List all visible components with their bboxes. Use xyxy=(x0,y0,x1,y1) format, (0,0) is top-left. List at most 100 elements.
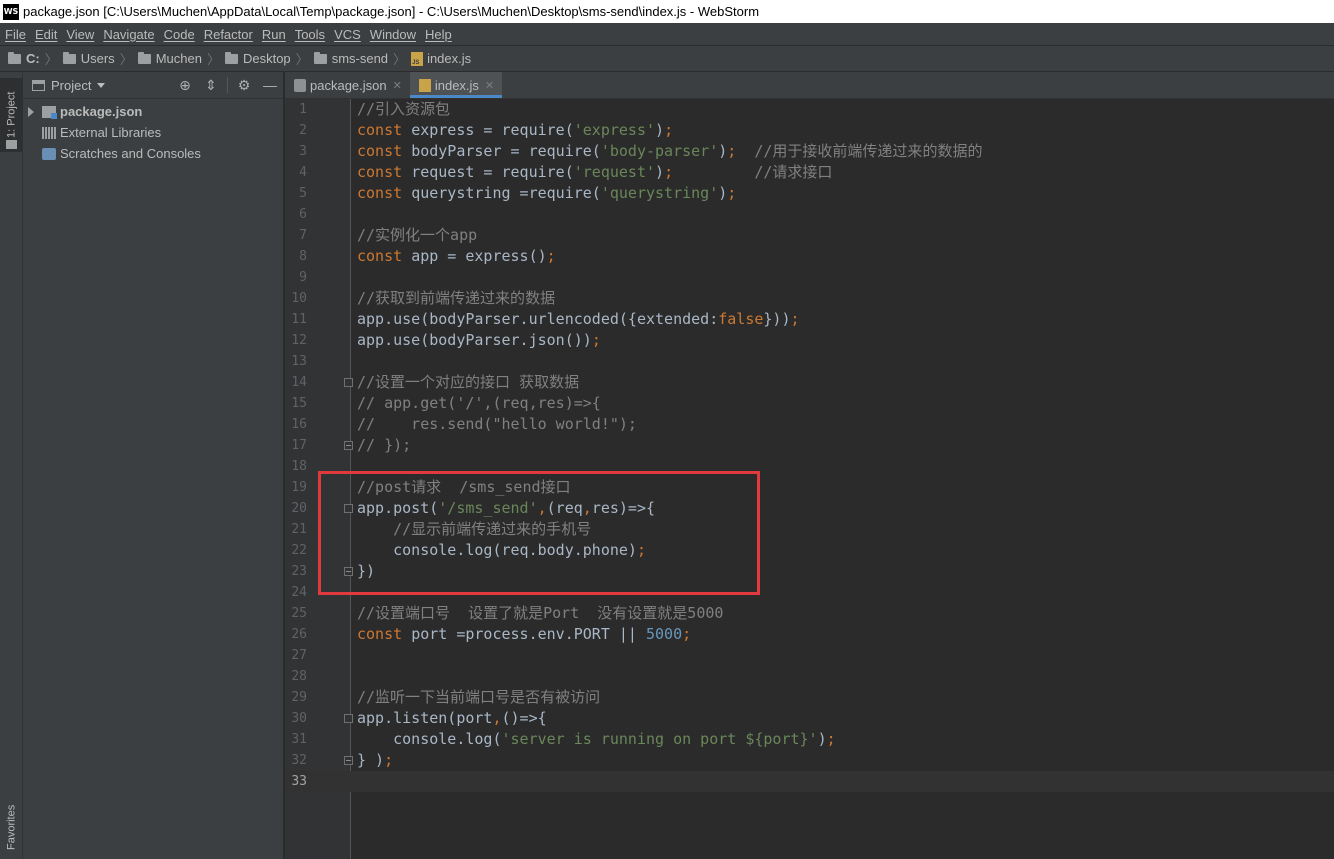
code-token: console.log(req.body.phone) xyxy=(357,541,637,559)
code-line[interactable]: 18 xyxy=(285,456,1334,477)
code-line[interactable]: 22 console.log(req.body.phone); xyxy=(285,540,1334,561)
editor-tab[interactable]: index.js ✕ xyxy=(409,72,503,98)
code-line[interactable]: 6 xyxy=(285,204,1334,225)
line-number: 25 xyxy=(291,606,307,621)
code-line[interactable]: 28 xyxy=(285,666,1334,687)
code-line[interactable]: 24 xyxy=(285,582,1334,603)
project-view-selector[interactable]: Project xyxy=(51,78,91,93)
code-line[interactable]: 9 xyxy=(285,267,1334,288)
locate-target-icon[interactable]: ⊕ xyxy=(177,77,193,93)
code-line[interactable]: 13 xyxy=(285,351,1334,372)
tree-item-label: package.json xyxy=(60,104,143,119)
code-token: ) xyxy=(718,142,728,160)
collapse-all-icon[interactable]: ⇕ xyxy=(203,77,219,93)
line-number: 24 xyxy=(291,585,307,600)
fold-marker-icon[interactable] xyxy=(344,504,353,513)
code-token: ) xyxy=(817,730,827,748)
code-line[interactable]: 3 const bodyParser = require('body-parser… xyxy=(285,141,1334,162)
code-token: ; xyxy=(546,247,556,265)
code-line[interactable]: 8 const app = express(); xyxy=(285,246,1334,267)
code-line[interactable]: 17 // }); xyxy=(285,435,1334,456)
line-number: 28 xyxy=(291,669,307,684)
json-file-icon xyxy=(294,78,306,92)
breadcrumb-item[interactable]: Desktop xyxy=(224,51,291,66)
folder-icon xyxy=(62,51,76,64)
menu-edit[interactable]: Edit xyxy=(30,27,61,42)
code-token: 'request' xyxy=(573,163,656,181)
fold-marker-icon[interactable] xyxy=(344,378,353,387)
code-line[interactable]: 2 const express = require('express'); xyxy=(285,120,1334,141)
hide-panel-icon[interactable]: — xyxy=(262,77,278,93)
fold-marker-icon[interactable] xyxy=(344,714,353,723)
code-line[interactable]: 29 //监听一下当前端口号是否有被访问 xyxy=(285,687,1334,708)
code-line[interactable]: 21 //显示前端传递过来的手机号 xyxy=(285,519,1334,540)
menu-window[interactable]: Window xyxy=(365,27,420,42)
scratches-icon xyxy=(42,147,56,160)
code-token: }) xyxy=(357,562,376,580)
line-number: 10 xyxy=(291,291,307,306)
code-line[interactable]: 15 // app.get('/',(req,res)=>{ xyxy=(285,393,1334,414)
code-line[interactable]: 7 //实例化一个app xyxy=(285,225,1334,246)
menu-file[interactable]: File xyxy=(0,27,30,42)
menu-code[interactable]: Code xyxy=(159,27,199,42)
close-icon[interactable]: ✕ xyxy=(485,79,494,92)
tree-item[interactable]: Scratches and Consoles xyxy=(23,143,283,164)
code-line[interactable]: 5 const querystring =require('querystring… xyxy=(285,183,1334,204)
code-line[interactable]: 12 app.use(bodyParser.json()); xyxy=(285,330,1334,351)
code-line[interactable]: 30 app.listen(port,()=>{ xyxy=(285,708,1334,729)
fold-marker-icon[interactable] xyxy=(344,756,353,765)
code-text: // res.send("hello world!"); xyxy=(357,414,637,435)
code-line[interactable]: 19 //post请求 /sms_send接口 xyxy=(285,477,1334,498)
breadcrumb-item[interactable]: index.js xyxy=(411,51,471,66)
code-line[interactable]: 4 const request = require('request'); //请… xyxy=(285,162,1334,183)
breadcrumb-item[interactable]: Users xyxy=(62,51,115,66)
breadcrumb-item[interactable]: Muchen xyxy=(137,51,202,66)
code-line[interactable]: 10 //获取到前端传递过来的数据 xyxy=(285,288,1334,309)
gear-icon[interactable]: ⚙ xyxy=(236,77,252,93)
code-token: app.listen(port xyxy=(357,709,493,727)
code-line[interactable]: 16 // res.send("hello world!"); xyxy=(285,414,1334,435)
breadcrumb-item[interactable]: sms-send xyxy=(313,51,388,66)
code-text: const express = require('express'); xyxy=(357,120,673,141)
code-token: , xyxy=(492,709,502,727)
menu-vcs[interactable]: VCS xyxy=(329,27,365,42)
code-line[interactable]: 25 //设置端口号 设置了就是Port 没有设置就是5000 xyxy=(285,603,1334,624)
code-token: bodyParser = require( xyxy=(411,142,601,160)
code-line[interactable]: 26 const port =process.env.PORT || 5000; xyxy=(285,624,1334,645)
menu-run[interactable]: Run xyxy=(257,27,290,42)
line-number: 21 xyxy=(291,522,307,537)
expand-arrow-icon[interactable] xyxy=(28,106,34,117)
breadcrumb-separator-icon: 〉 xyxy=(206,52,220,67)
close-icon[interactable]: ✕ xyxy=(393,79,402,92)
chevron-down-icon[interactable] xyxy=(97,82,106,88)
tree-item[interactable]: package.json xyxy=(23,101,283,122)
tree-item[interactable]: External Libraries xyxy=(23,122,283,143)
menu-tools[interactable]: Tools xyxy=(290,27,329,42)
menu-refactor[interactable]: Refactor xyxy=(199,27,257,42)
menu-navigate[interactable]: Navigate xyxy=(98,27,158,42)
breadcrumb-item[interactable]: C: xyxy=(8,51,40,66)
code-line[interactable]: 32} ); xyxy=(285,750,1334,771)
code-line[interactable]: 20 app.post('/sms_send',(req,res)=>{ xyxy=(285,498,1334,519)
editor-tab[interactable]: package.json ✕ xyxy=(285,72,410,98)
code-line[interactable]: 27 xyxy=(285,645,1334,666)
code-line[interactable]: 31 console.log('server is running on por… xyxy=(285,729,1334,750)
menu-help[interactable]: Help xyxy=(420,27,456,42)
line-number: 2 xyxy=(299,123,307,138)
webstorm-logo-icon: WS xyxy=(3,3,19,20)
line-number: 18 xyxy=(291,459,307,474)
code-line[interactable]: 33 xyxy=(285,771,1334,792)
favorites-tool-tab[interactable]: Favorites xyxy=(0,797,23,857)
fold-marker-icon[interactable] xyxy=(344,567,353,576)
code-line[interactable]: 1 //引入资源包 xyxy=(285,99,1334,120)
fold-marker-icon[interactable] xyxy=(344,441,353,450)
js-file-icon xyxy=(418,78,431,92)
code-line[interactable]: 14 //设置一个对应的接口 获取数据 xyxy=(285,372,1334,393)
menu-view[interactable]: View xyxy=(61,27,98,42)
code-line[interactable]: 23}) xyxy=(285,561,1334,582)
code-line[interactable]: 11 app.use(bodyParser.urlencoded({extende… xyxy=(285,309,1334,330)
code-token: //用于接收前端传递过来的数据的 xyxy=(754,142,983,160)
code-editor[interactable]: 1 //引入资源包 2 const express = require('expres… xyxy=(285,99,1334,859)
code-text: //设置一个对应的接口 获取数据 xyxy=(357,372,579,393)
